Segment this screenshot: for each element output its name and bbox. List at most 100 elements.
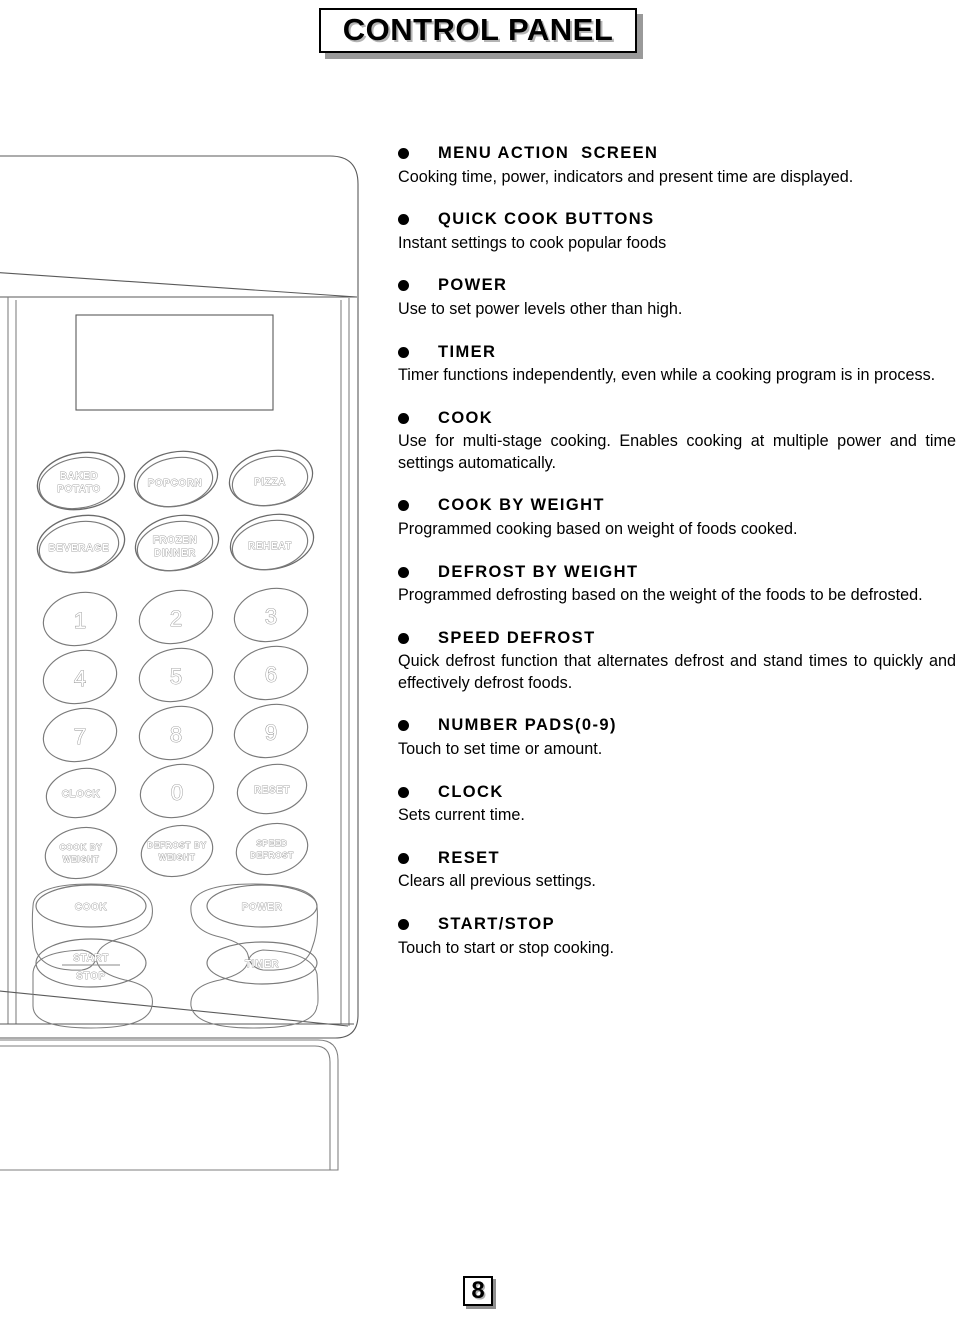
entry-heading: DEFROST BY WEIGHT <box>438 562 639 581</box>
main-button-start-stop[interactable]: START STOP <box>35 938 147 988</box>
entry-heading-row: SPEED DEFROST <box>398 628 956 649</box>
description-entry-quick-cook-buttons: QUICK COOK BUTTONS Instant settings to c… <box>398 209 956 254</box>
main-button-cook[interactable]: COOK <box>35 884 147 928</box>
number-pad-6[interactable]: 6 <box>229 640 312 706</box>
button-label: 2 <box>170 606 182 631</box>
entry-heading: START/STOP <box>438 914 555 933</box>
bullet-dot-icon <box>398 214 409 226</box>
entry-body: Sets current time. <box>398 806 525 825</box>
bullet-dot-icon <box>398 412 409 424</box>
description-entry-timer: TIMER Timer functions independently, eve… <box>398 342 956 387</box>
button-label: 8 <box>170 722 182 747</box>
button-label: POWER <box>242 902 283 913</box>
button-label: TIMER <box>245 959 279 970</box>
entry-body: Cooking time, power, indicators and pres… <box>398 167 854 186</box>
number-pad-0[interactable]: 0 <box>135 758 218 824</box>
button-label: 5 <box>170 664 182 689</box>
button-label: FROZEN <box>153 535 198 546</box>
function-button-clock[interactable]: CLOCK <box>42 762 120 824</box>
button-label: POTATO <box>57 484 101 495</box>
number-pad-8[interactable]: 8 <box>134 700 217 766</box>
entry-heading: CLOCK <box>438 782 504 801</box>
button-label: COOK <box>75 902 108 913</box>
entry-heading-row: RESET <box>398 848 956 869</box>
description-entry-speed-defrost: SPEED DEFROST Quick defrost function tha… <box>398 628 956 695</box>
quick-cook-button-pizza[interactable]: PIZZA <box>225 443 318 512</box>
entry-body: Use to set power levels other than high. <box>398 299 683 318</box>
entry-heading: NUMBER PADS(0-9) <box>438 716 617 735</box>
bullet-dot-icon <box>398 720 409 732</box>
entry-heading-row: MENU ACTION SCREEN <box>398 143 956 164</box>
quick-cook-button-baked-potato[interactable]: BAKED POTATO <box>33 446 129 516</box>
number-pad-4[interactable]: 4 <box>38 644 121 710</box>
description-entry-number-pads: NUMBER PADS(0-9) Touch to set time or am… <box>398 715 956 760</box>
entry-body: Use for multi-stage cooking. Enables coo… <box>398 432 956 472</box>
button-label: 1 <box>74 608 86 633</box>
page-title-box: CONTROL PANEL <box>318 8 638 54</box>
button-label: WEIGHT <box>63 854 100 864</box>
entry-heading: RESET <box>438 848 501 867</box>
door-handle-area <box>0 1039 339 1171</box>
entry-heading-row: DEFROST BY WEIGHT <box>398 562 956 583</box>
button-label: DEFROST BY <box>147 840 206 850</box>
function-button-reset[interactable]: RESET <box>233 758 311 820</box>
description-entry-reset: RESET Clears all previous settings. <box>398 848 956 893</box>
bullet-dot-icon <box>398 786 409 798</box>
entry-body: Touch to set time or amount. <box>398 740 603 759</box>
function-button-cook-by-weight[interactable]: COOK BY WEIGHT <box>41 822 121 885</box>
description-entry-start-stop: START/STOP Touch to start or stop cookin… <box>398 914 956 959</box>
number-pad-7[interactable]: 7 <box>38 702 121 768</box>
panel-housing <box>0 155 359 1039</box>
main-button-power[interactable]: POWER <box>206 884 318 928</box>
quick-cook-button-frozen-dinner[interactable]: FROZEN DINNER <box>131 508 224 577</box>
entry-heading-row: COOK <box>398 408 956 429</box>
entry-heading-row: QUICK COOK BUTTONS <box>398 209 956 230</box>
description-entry-power: POWER Use to set power levels other than… <box>398 275 956 320</box>
button-label: REHEAT <box>248 541 292 552</box>
button-label: POPCORN <box>148 478 203 489</box>
button-label: 3 <box>265 604 277 629</box>
entry-heading-row: CLOCK <box>398 782 956 803</box>
entry-body: Timer functions independently, even whil… <box>398 366 936 385</box>
entry-heading-row: NUMBER PADS(0-9) <box>398 715 956 736</box>
number-pad-5[interactable]: 5 <box>134 642 217 708</box>
function-button-speed-defrost[interactable]: SPEED DEFROST <box>232 818 312 881</box>
number-pad-3[interactable]: 3 <box>229 582 312 648</box>
entry-heading: POWER <box>438 276 508 295</box>
entry-heading-row: TIMER <box>398 342 956 363</box>
entry-heading-row: COOK BY WEIGHT <box>398 495 956 516</box>
entry-body: Clears all previous settings. <box>398 872 596 891</box>
entry-heading: MENU ACTION SCREEN <box>438 144 659 162</box>
quick-cook-button-reheat[interactable]: REHEAT <box>226 507 319 576</box>
description-entry-cook-by-weight: COOK BY WEIGHT Programmed cooking based … <box>398 495 956 540</box>
number-pad-9[interactable]: 9 <box>229 698 312 764</box>
button-label: SPEED <box>256 838 287 848</box>
description-entry-menu-action-screen: MENU ACTION SCREEN Cooking time, power, … <box>398 143 956 188</box>
button-label: CLOCK <box>62 789 101 800</box>
page-number-container: 8 <box>0 1276 956 1307</box>
bullet-dot-icon <box>398 280 409 292</box>
number-pad-2[interactable]: 2 <box>134 584 217 650</box>
button-label: 7 <box>74 724 86 749</box>
menu-action-screen <box>75 314 274 411</box>
page-title: CONTROL PANEL <box>342 12 614 47</box>
entry-body: Programmed cooking based on weight of fo… <box>398 520 798 539</box>
quick-cook-button-beverage[interactable]: BEVERAGE <box>33 509 129 579</box>
button-label: DEFROST <box>250 850 294 860</box>
bullet-dot-icon <box>398 852 409 864</box>
button-label: PIZZA <box>254 477 286 488</box>
entry-body: Quick defrost function that alternates d… <box>398 652 956 692</box>
entry-body: Instant settings to cook popular foods <box>398 233 667 252</box>
entry-heading: QUICK COOK BUTTONS <box>438 210 655 229</box>
button-label: RESET <box>254 785 290 796</box>
page-number-box: 8 <box>463 1276 493 1307</box>
quick-cook-button-popcorn[interactable]: POPCORN <box>130 444 223 513</box>
function-button-defrost-by-weight[interactable]: DEFROST BY WEIGHT <box>137 820 217 883</box>
description-entry-defrost-by-weight: DEFROST BY WEIGHT Programmed defrosting … <box>398 562 956 607</box>
button-label: 4 <box>74 666 86 691</box>
entry-body: Programmed defrosting based on the weigh… <box>398 586 923 605</box>
bullet-dot-icon <box>398 148 409 159</box>
entry-heading: COOK <box>438 408 494 427</box>
number-pad-1[interactable]: 1 <box>38 586 121 652</box>
button-label: 9 <box>265 720 277 745</box>
